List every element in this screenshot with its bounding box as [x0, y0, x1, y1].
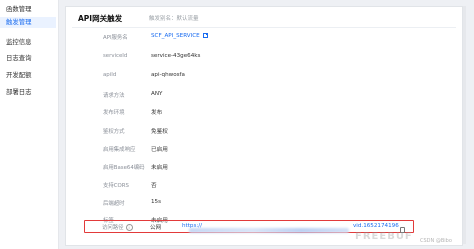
api-id-label: apiId: [103, 72, 117, 78]
cors-label: 支持CORS: [103, 183, 129, 189]
external-link-icon[interactable]: [202, 32, 209, 38]
publish-env-label: 发布环境: [103, 110, 125, 116]
auth-method-value: 免鉴权: [151, 129, 168, 135]
access-path-label-wrap: 访问路径 i: [102, 223, 133, 231]
sidebar-item-triggers[interactable]: 触发管理: [0, 17, 56, 28]
api-service-value[interactable]: SCF_API_SERVICE: [151, 33, 200, 39]
info-icon[interactable]: i: [125, 224, 133, 231]
api-service-label: API服务名: [103, 35, 128, 41]
scrollbar[interactable]: [463, 6, 466, 244]
service-id-label: serviceId: [103, 53, 128, 59]
api-service-link[interactable]: SCF_API_SERVICE: [151, 32, 209, 39]
base64-label: 启用Base64编码: [103, 165, 145, 171]
cors-value: 否: [151, 183, 157, 189]
integrated-response-value: 已启用: [151, 147, 168, 153]
panel-hint: 触发别名：默认流量: [149, 16, 199, 22]
request-method-value: ANY: [151, 91, 163, 97]
sidebar-item-quota[interactable]: 开发配额: [6, 70, 32, 79]
publish-env-value: 发布: [151, 110, 163, 116]
sidebar-item-monitoring[interactable]: 监控信息: [6, 37, 32, 46]
redacted-url: [189, 228, 349, 233]
access-path-url-suffix[interactable]: vid.1652174196: [353, 223, 399, 229]
api-id-value: api-qhwosfa: [151, 72, 185, 78]
auth-method-label: 鉴权方式: [103, 129, 125, 135]
panel-title: API网关触发: [78, 14, 123, 23]
csdn-watermark: CSDN @Bibo: [420, 238, 452, 244]
base64-value: 未启用: [151, 165, 168, 171]
request-method-label: 请求方法: [103, 93, 125, 99]
service-id-value: service-43ge64ks: [151, 53, 201, 59]
backend-timeout-label: 后端超时: [103, 201, 125, 207]
trigger-panel: API网关触发 触发别名：默认流量 API服务名 SCF_API_SERVICE…: [65, 6, 463, 246]
divider: [72, 27, 456, 28]
access-path-network: 公网: [150, 225, 162, 231]
backend-timeout-value: 15s: [151, 199, 162, 205]
sidebar-item-deploy-logs[interactable]: 部署日志: [6, 87, 32, 96]
sidebar: 函数管理 触发管理 监控信息 日志查询 开发配额 部署日志: [0, 0, 59, 249]
freebuf-watermark: FREEBUF: [355, 231, 413, 242]
access-path-label: 访问路径: [102, 225, 124, 231]
sidebar-item-functions[interactable]: 函数管理: [6, 4, 32, 13]
integrated-response-label: 启用集成响应: [103, 147, 136, 153]
sidebar-item-logs[interactable]: 日志查询: [6, 53, 32, 62]
